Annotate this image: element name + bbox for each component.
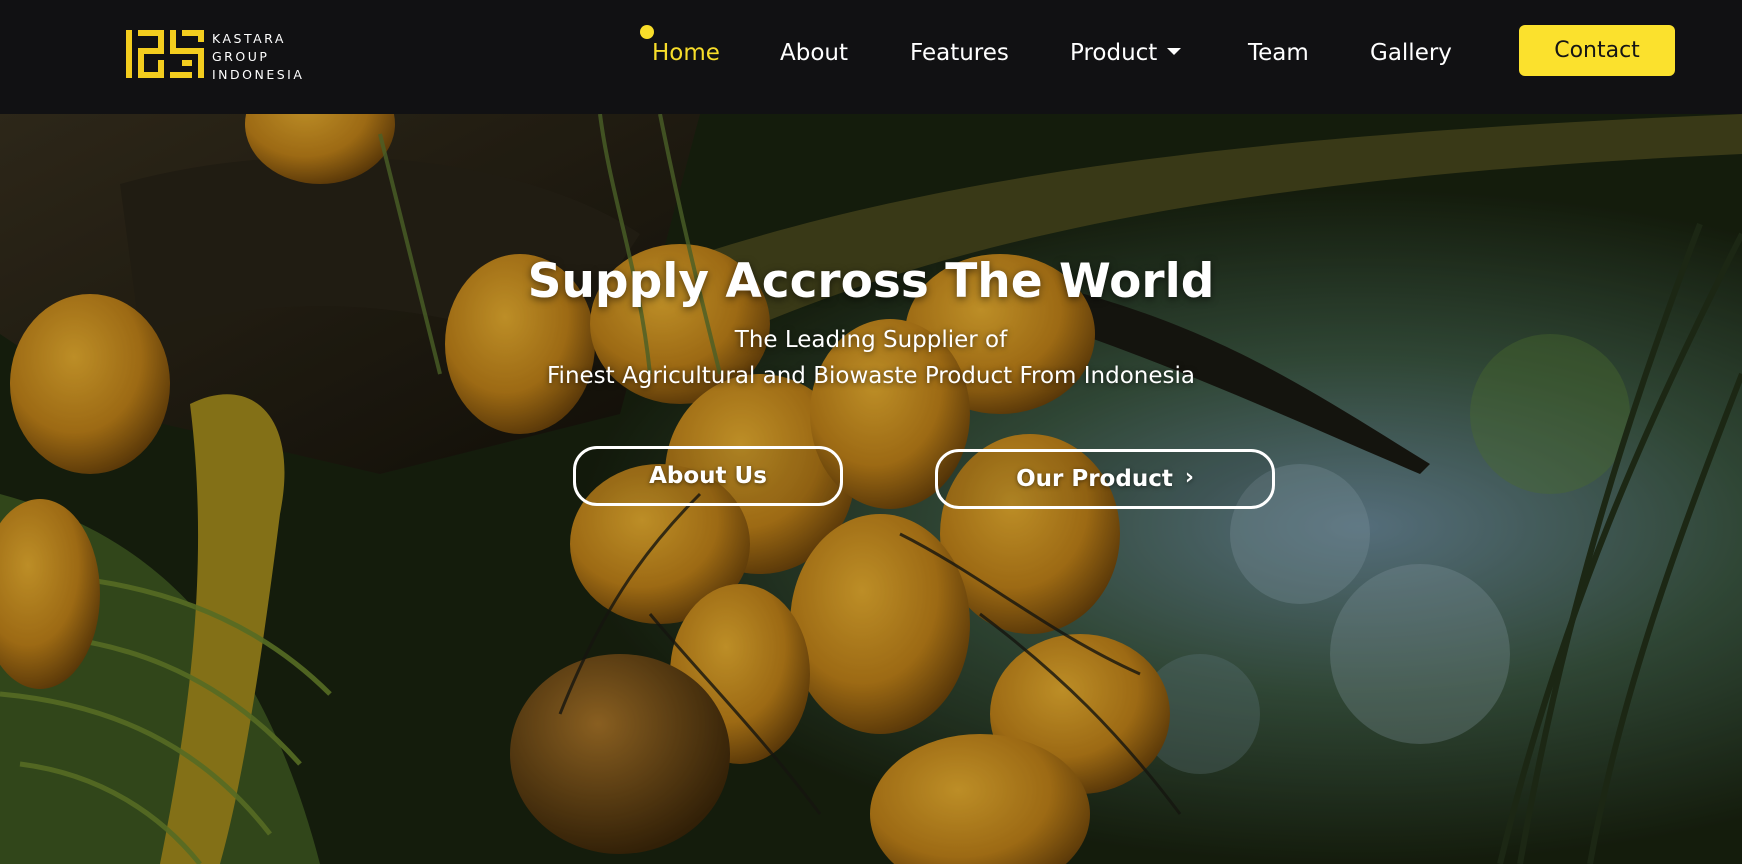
kastara-logo-icon — [126, 30, 204, 78]
brand-name-line3: INDONESIA — [212, 67, 305, 82]
chevron-right-icon: › — [1184, 464, 1194, 490]
our-product-button[interactable]: Our Product › — [935, 449, 1275, 509]
hero-subtitle-line2: Finest Agricultural and Biowaste Product… — [547, 363, 1195, 389]
hero-dark-overlay — [0, 114, 1742, 864]
hero-title: Supply Accross The World — [527, 254, 1215, 309]
contact-button[interactable]: Contact — [1519, 25, 1675, 76]
navbar: KASTARA GROUP INDONESIA Home About Featu… — [0, 0, 1742, 114]
about-us-button-label: About Us — [649, 463, 767, 489]
hero-section: Supply Accross The World The Leading Sup… — [0, 114, 1742, 864]
nav-item-gallery[interactable]: Gallery — [1370, 40, 1452, 72]
active-indicator-dot — [640, 25, 654, 39]
brand-name-line1: KASTARA — [212, 31, 286, 46]
brand-name-line2: GROUP — [212, 49, 270, 64]
caret-down-icon — [1167, 48, 1182, 55]
nav-item-features[interactable]: Features — [910, 40, 1009, 72]
our-product-button-label: Our Product — [1016, 466, 1173, 492]
nav-item-about[interactable]: About — [780, 40, 848, 72]
nav-item-product[interactable]: Product — [1070, 40, 1182, 72]
about-us-button[interactable]: About Us — [573, 446, 843, 506]
brand-name: KASTARA GROUP INDONESIA — [212, 30, 352, 84]
nav-item-team[interactable]: Team — [1248, 40, 1309, 72]
nav-item-product-label: Product — [1070, 40, 1158, 66]
nav-item-home[interactable]: Home — [652, 40, 720, 72]
hero-subtitle-line1: The Leading Supplier of — [734, 327, 1008, 353]
